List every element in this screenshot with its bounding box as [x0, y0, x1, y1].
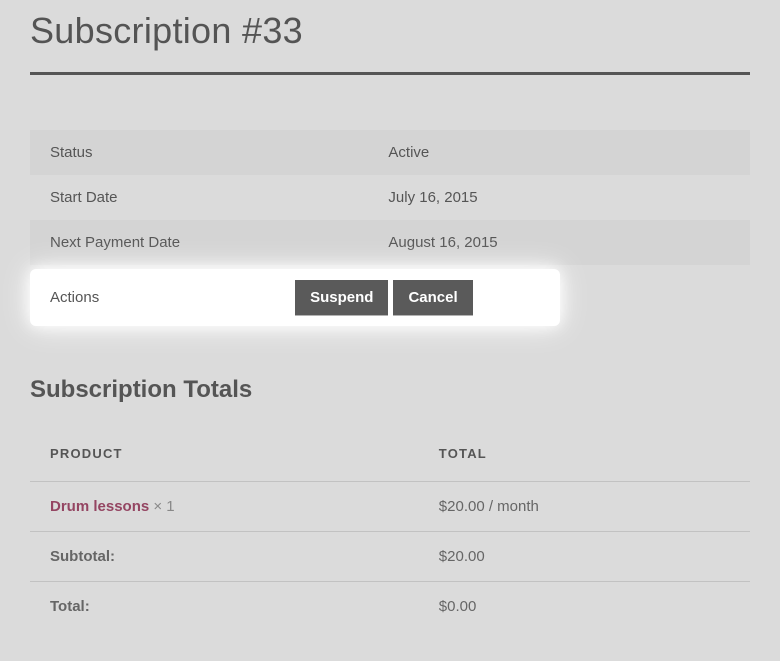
- title-divider: [30, 72, 750, 75]
- page-title: Subscription #33: [30, 10, 750, 52]
- suspend-button[interactable]: Suspend: [295, 280, 388, 315]
- subtotal-row: Subtotal: $20.00: [30, 532, 750, 582]
- start-date-value: July 16, 2015: [368, 175, 750, 220]
- table-row: Status Active: [30, 130, 750, 175]
- table-row: Start Date July 16, 2015: [30, 175, 750, 220]
- product-link[interactable]: Drum lessons: [50, 498, 149, 515]
- start-date-label: Start Date: [30, 175, 368, 220]
- table-row: Drum lessons × 1 $20.00 / month: [30, 482, 750, 532]
- subscription-totals-table: PRODUCT TOTAL Drum lessons × 1 $20.00 / …: [30, 434, 750, 631]
- subscription-totals-heading: Subscription Totals: [30, 376, 750, 404]
- total-row: Total: $0.00: [30, 582, 750, 632]
- total-label: Total:: [30, 582, 419, 632]
- table-row: Next Payment Date August 16, 2015: [30, 220, 750, 265]
- next-payment-value: August 16, 2015: [368, 220, 750, 265]
- actions-row: Actions Suspend Cancel: [30, 269, 560, 326]
- product-quantity: × 1: [149, 498, 174, 515]
- product-column-header: PRODUCT: [30, 434, 419, 482]
- cancel-button[interactable]: Cancel: [393, 280, 472, 315]
- status-value: Active: [368, 130, 750, 175]
- table-header-row: PRODUCT TOTAL: [30, 434, 750, 482]
- actions-label: Actions: [30, 279, 279, 316]
- product-total: $20.00 / month: [419, 482, 750, 532]
- subtotal-label: Subtotal:: [30, 532, 419, 582]
- subscription-details-table: Status Active Start Date July 16, 2015 N…: [30, 130, 750, 265]
- next-payment-label: Next Payment Date: [30, 220, 368, 265]
- status-label: Status: [30, 130, 368, 175]
- subtotal-value: $20.00: [419, 532, 750, 582]
- total-value: $0.00: [419, 582, 750, 632]
- actions-buttons: Suspend Cancel: [279, 279, 473, 316]
- total-column-header: TOTAL: [419, 434, 750, 482]
